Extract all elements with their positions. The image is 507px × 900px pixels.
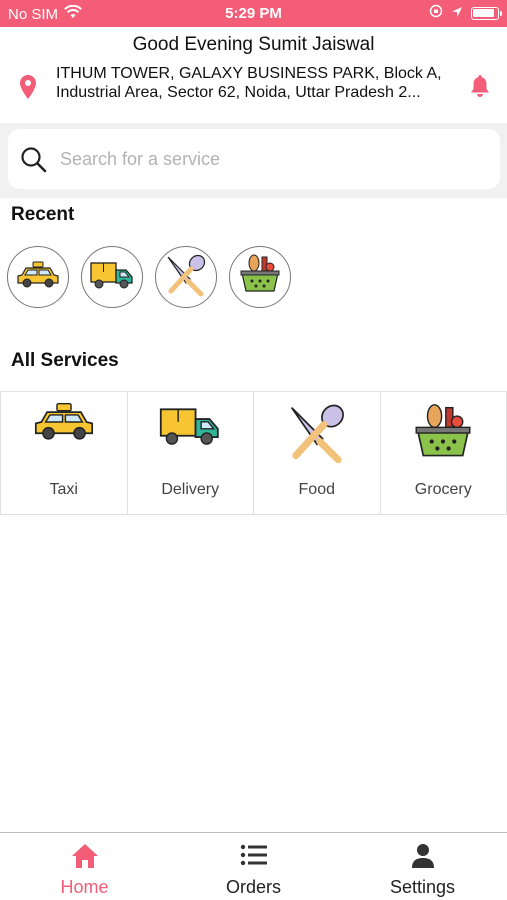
battery-level bbox=[473, 8, 494, 17]
service-food[interactable]: Food bbox=[254, 392, 381, 514]
services-grid: Taxi Delivery Food Grocery bbox=[0, 391, 507, 515]
food-icon bbox=[164, 253, 208, 302]
location-pin-icon bbox=[19, 74, 37, 105]
address-line-2: Industrial Area, Sector 62, Noida, Uttar… bbox=[56, 84, 421, 101]
orientation-lock-icon bbox=[429, 4, 443, 22]
address-line-1: ITHUM TOWER, GALAXY BUSINESS PARK, Block… bbox=[56, 65, 442, 82]
person-icon bbox=[411, 843, 435, 874]
tab-orders[interactable]: Orders bbox=[169, 833, 338, 900]
service-grocery[interactable]: Grocery bbox=[380, 392, 507, 514]
delivery-truck-icon bbox=[158, 402, 222, 455]
address-row[interactable]: ITHUM TOWER, GALAXY BUSINESS PARK, Block… bbox=[0, 62, 507, 122]
home-icon bbox=[71, 843, 99, 874]
tab-home[interactable]: Home bbox=[0, 833, 169, 900]
food-icon bbox=[286, 402, 348, 469]
location-arrow-icon bbox=[451, 5, 463, 22]
delivery-truck-icon bbox=[89, 260, 135, 295]
service-label: Delivery bbox=[161, 481, 220, 498]
service-label: Food bbox=[298, 481, 335, 498]
service-label: Taxi bbox=[49, 481, 78, 498]
search-input[interactable] bbox=[60, 143, 480, 175]
tab-label: Home bbox=[60, 877, 109, 897]
taxi-icon bbox=[33, 402, 95, 447]
service-taxi[interactable]: Taxi bbox=[0, 392, 128, 514]
recent-title: Recent bbox=[11, 204, 75, 225]
greeting-title: Good Evening Sumit Jaiswal bbox=[132, 34, 375, 55]
bottom-tab-bar: Home Orders Settings bbox=[0, 832, 507, 900]
service-delivery[interactable]: Delivery bbox=[127, 392, 254, 514]
tab-settings[interactable]: Settings bbox=[338, 833, 507, 900]
taxi-icon bbox=[16, 261, 60, 294]
service-label: Grocery bbox=[414, 481, 472, 498]
search-icon bbox=[20, 146, 48, 179]
recent-item-food[interactable] bbox=[155, 246, 217, 308]
recent-item-delivery[interactable] bbox=[81, 246, 143, 308]
tab-label: Orders bbox=[225, 877, 281, 897]
search-bar[interactable] bbox=[8, 129, 500, 189]
delivery-address: ITHUM TOWER, GALAXY BUSINESS PARK, Block… bbox=[56, 64, 456, 102]
all-services-title: All Services bbox=[11, 350, 119, 371]
battery-icon bbox=[471, 6, 502, 20]
recent-item-grocery[interactable] bbox=[229, 246, 291, 308]
status-bar: No SIM 5:29 PM bbox=[0, 0, 507, 27]
grocery-basket-icon bbox=[238, 253, 282, 302]
recent-list bbox=[7, 246, 291, 308]
notification-bell-icon[interactable] bbox=[470, 75, 490, 103]
tab-label: Settings bbox=[389, 877, 456, 897]
search-section bbox=[0, 123, 507, 198]
list-icon bbox=[240, 843, 268, 872]
recent-item-taxi[interactable] bbox=[7, 246, 69, 308]
grocery-basket-icon bbox=[412, 402, 474, 469]
